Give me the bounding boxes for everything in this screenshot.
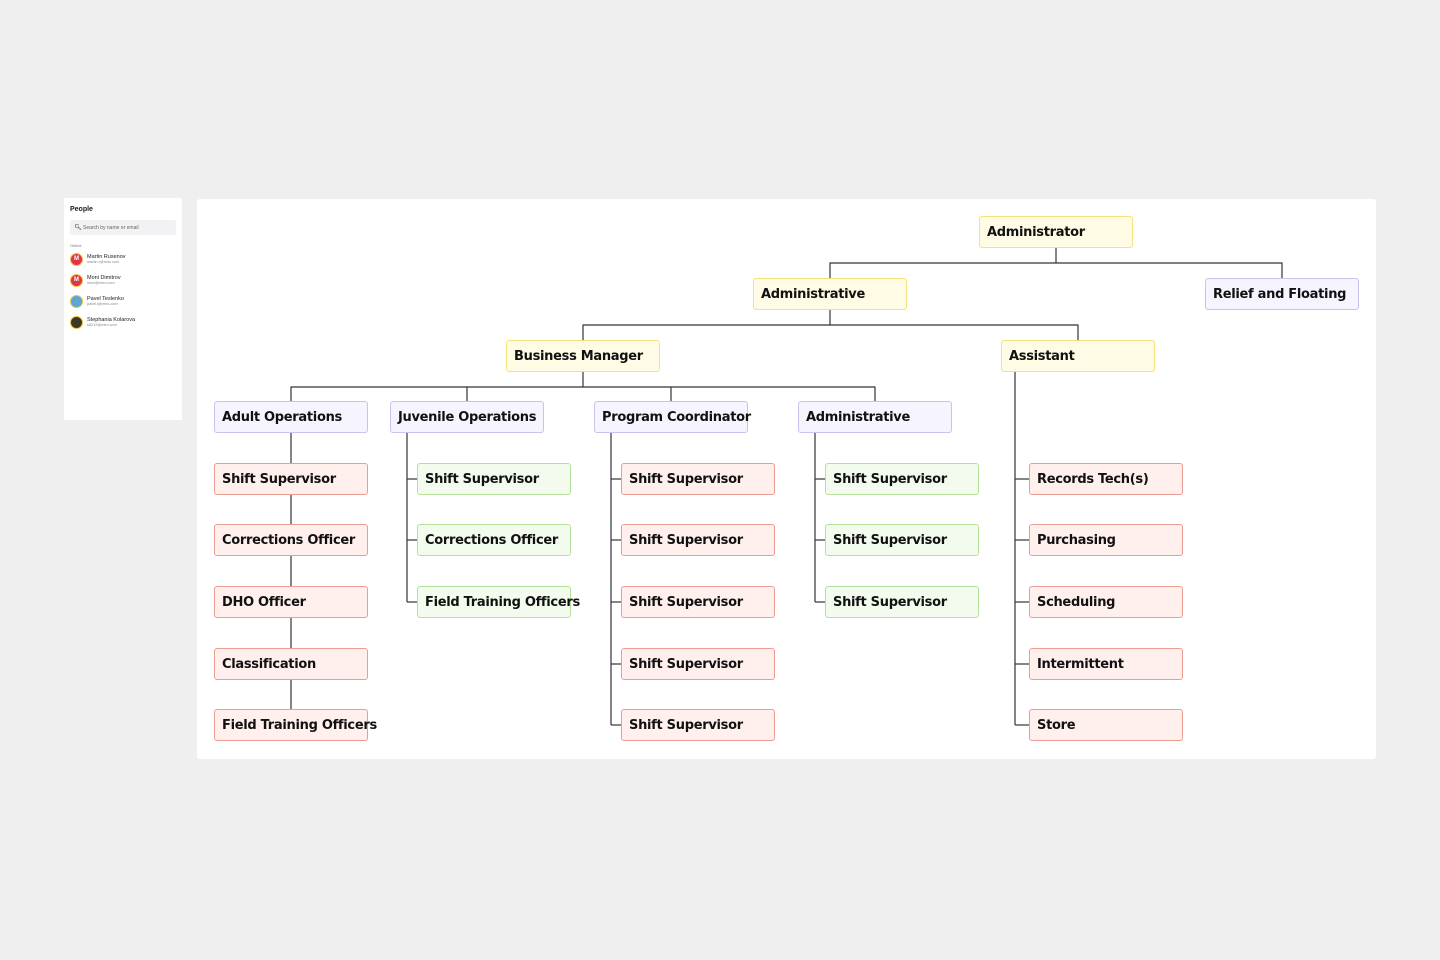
node-administrative[interactable]: Administrative — [753, 278, 907, 310]
person-item[interactable]: Pavel Teslenko pavel.t@miro.com — [70, 293, 124, 309]
node-department[interactable]: Adult Operations — [214, 401, 368, 433]
node-role[interactable]: Shift Supervisor — [621, 586, 775, 618]
node-role[interactable]: Shift Supervisor — [621, 648, 775, 680]
person-email: pavel.t@miro.com — [87, 301, 118, 306]
person-email: s5212@miro.com — [87, 322, 117, 327]
search-placeholder: Search by name or email — [83, 224, 139, 231]
node-assistant-role[interactable]: Store — [1029, 709, 1183, 741]
node-role[interactable]: Shift Supervisor — [825, 524, 979, 556]
person-item[interactable]: M Moni Dimitrov moni@miro.com — [70, 272, 121, 288]
avatar — [70, 294, 83, 308]
online-section-label: Online — [70, 243, 82, 248]
node-assistant-role[interactable]: Scheduling — [1029, 586, 1183, 618]
person-email: martin.r@miro.com — [87, 259, 120, 264]
person-item[interactable]: Stephania Kolarova s5212@miro.com — [70, 314, 135, 330]
avatar: M — [70, 252, 83, 266]
node-role[interactable]: Shift Supervisor — [621, 463, 775, 495]
node-assistant-role[interactable]: Intermittent — [1029, 648, 1183, 680]
person-item[interactable]: M Martin Rusenov martin.r@miro.com — [70, 251, 126, 267]
node-role[interactable]: DHO Officer — [214, 586, 368, 618]
node-role[interactable]: Shift Supervisor — [621, 709, 775, 741]
node-role[interactable]: Shift Supervisor — [825, 463, 979, 495]
people-title: People — [70, 206, 93, 213]
node-assistant[interactable]: Assistant — [1001, 340, 1155, 372]
search-icon: 🔍︎ — [74, 225, 82, 231]
node-role[interactable]: Shift Supervisor — [417, 463, 571, 495]
node-assistant-role[interactable]: Purchasing — [1029, 524, 1183, 556]
avatar: M — [70, 273, 83, 287]
node-role[interactable]: Field Training Officers — [417, 586, 580, 618]
node-assistant-role[interactable]: Records Tech(s) — [1029, 463, 1183, 495]
avatar — [70, 315, 83, 329]
node-role[interactable]: Field Training Officers — [214, 709, 377, 741]
node-department[interactable]: Program Coordinator — [594, 401, 751, 433]
node-business-manager[interactable]: Business Manager — [506, 340, 660, 372]
node-role[interactable]: Shift Supervisor — [214, 463, 368, 495]
node-relief-and-floating[interactable]: Relief and Floating — [1205, 278, 1359, 310]
node-administrator[interactable]: Administrator — [979, 216, 1133, 248]
people-search-input[interactable]: 🔍︎ Search by name or email — [70, 220, 176, 235]
node-role[interactable]: Classification — [214, 648, 368, 680]
node-department[interactable]: Administrative — [798, 401, 952, 433]
person-email: moni@miro.com — [87, 280, 115, 285]
node-role[interactable]: Corrections Officer — [417, 524, 571, 556]
node-role[interactable]: Shift Supervisor — [621, 524, 775, 556]
node-role[interactable]: Shift Supervisor — [825, 586, 979, 618]
people-panel: People 🔍︎ Search by name or email Online… — [64, 198, 182, 420]
node-department[interactable]: Juvenile Operations — [390, 401, 544, 433]
node-role[interactable]: Corrections Officer — [214, 524, 368, 556]
